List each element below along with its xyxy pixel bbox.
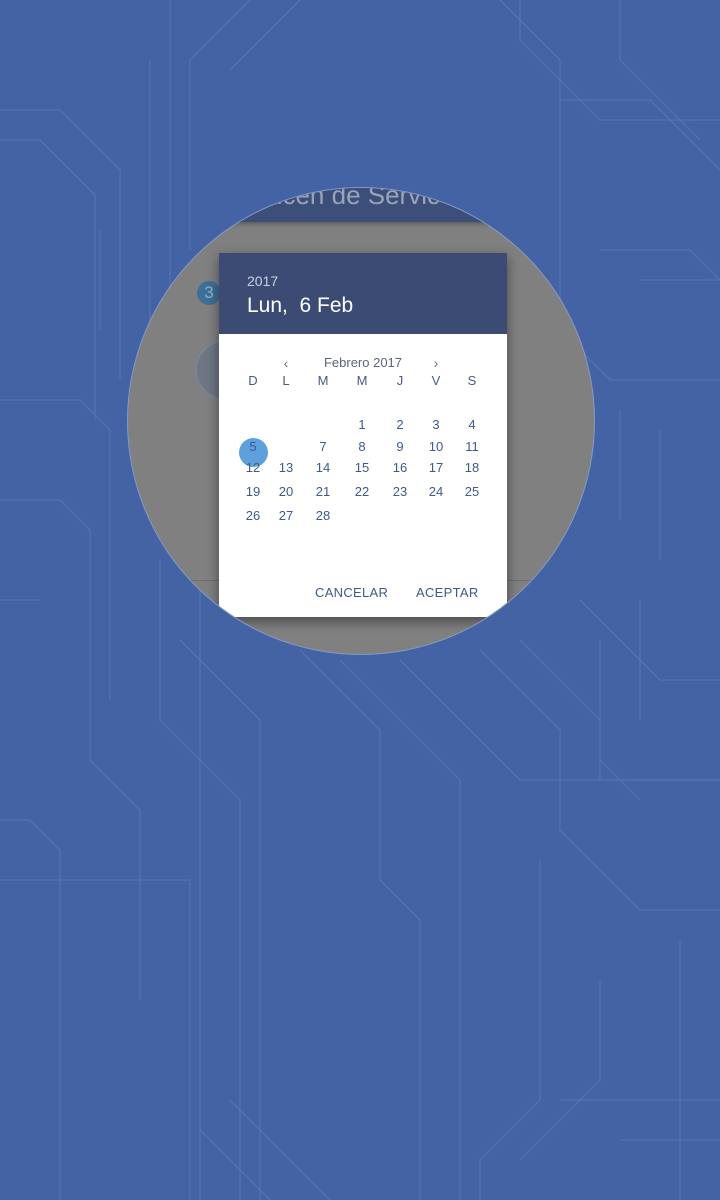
calendar-day[interactable]: 14 — [308, 457, 338, 479]
weekday-header: D — [248, 373, 258, 388]
calendar-day[interactable]: 10 — [421, 436, 451, 458]
app-bar: ncen de Servic — [128, 188, 594, 222]
weekday-header: S — [467, 373, 477, 388]
calendar-day[interactable]: 22 — [347, 481, 377, 503]
calendar-day[interactable]: 1 — [347, 414, 377, 436]
calendar-day[interactable]: 27 — [271, 505, 301, 527]
weekday-header: L — [282, 373, 290, 388]
calendar-day[interactable]: 4 — [457, 414, 487, 436]
calendar-day[interactable]: 8 — [347, 436, 377, 458]
calendar-day[interactable]: 7 — [308, 436, 338, 458]
app-bar-title: ncen de Servic — [268, 188, 440, 210]
weekday-header: M — [356, 373, 368, 388]
calendar-day[interactable]: 20 — [271, 481, 301, 503]
date-picker-dialog: 2017 Lun, 6 Feb ‹ Febrero 2017 › DLMMJVS… — [219, 253, 507, 617]
calendar-day[interactable]: 26 — [238, 505, 268, 527]
weekday-header: J — [396, 373, 404, 388]
selected-day[interactable]: 6 — [271, 436, 301, 458]
calendar-day[interactable]: 11 — [457, 436, 487, 458]
month-label: Febrero 2017 — [323, 355, 403, 370]
calendar-day[interactable]: 16 — [385, 457, 415, 479]
calendar-day[interactable]: 2 — [385, 414, 415, 436]
calendar-day[interactable]: 17 — [421, 457, 451, 479]
date-picker-header: 2017 Lun, 6 Feb — [219, 253, 507, 334]
weekday-header: V — [431, 373, 441, 388]
calendar-day[interactable]: 5 — [238, 436, 268, 458]
calendar-day[interactable]: 28 — [308, 505, 338, 527]
calendar-day[interactable]: 25 — [457, 481, 487, 503]
calendar-day[interactable]: 18 — [457, 457, 487, 479]
weekday-header: M — [317, 373, 329, 388]
calendar-day[interactable]: 13 — [271, 457, 301, 479]
calendar-day[interactable]: 9 — [385, 436, 415, 458]
calendar-day[interactable]: 15 — [347, 457, 377, 479]
calendar-day[interactable]: 19 — [238, 481, 268, 503]
magnified-view: ncen de Servic 3 2017 Lun, 6 Feb ‹ Febre… — [128, 188, 594, 654]
accept-button[interactable]: ACEPTAR — [416, 585, 479, 600]
cancel-button[interactable]: CANCELAR — [315, 585, 388, 600]
header-date[interactable]: Lun, 6 Feb — [247, 294, 353, 318]
calendar-day[interactable]: 21 — [308, 481, 338, 503]
header-year[interactable]: 2017 — [247, 273, 278, 289]
calendar-day[interactable]: 3 — [421, 414, 451, 436]
calendar-day[interactable]: 24 — [421, 481, 451, 503]
calendar-day[interactable]: 12 — [238, 457, 268, 479]
count-badge: 3 — [197, 281, 221, 305]
calendar-day[interactable]: 23 — [385, 481, 415, 503]
